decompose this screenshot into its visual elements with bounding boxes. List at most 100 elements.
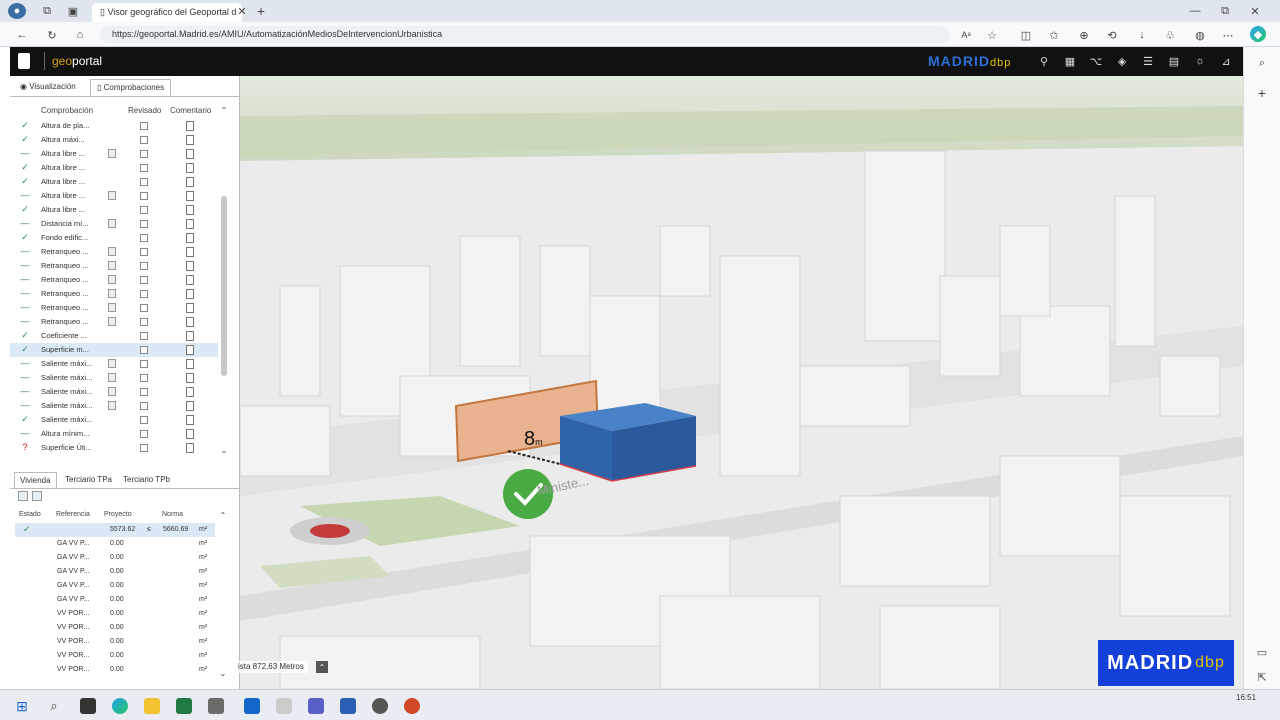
- check-row[interactable]: — Retranqueo ...: [10, 259, 218, 273]
- copilot-icon[interactable]: ◆: [1250, 26, 1266, 42]
- restore-icon[interactable]: ⧉: [1218, 3, 1232, 19]
- home-icon[interactable]: ⌂: [72, 27, 88, 43]
- tab-actions-icon[interactable]: ▣: [66, 4, 80, 18]
- outlook-icon[interactable]: [244, 698, 260, 714]
- col-revisado[interactable]: Revisado: [128, 106, 161, 115]
- comment-icon[interactable]: [186, 443, 194, 453]
- table-scroll-up-icon[interactable]: ⌃: [218, 510, 228, 520]
- revisado-checkbox[interactable]: [140, 136, 148, 144]
- comment-icon[interactable]: [186, 317, 194, 327]
- document-icon[interactable]: [108, 401, 116, 410]
- table-row[interactable]: GA VV P... 0.00 m²: [15, 565, 215, 579]
- comment-icon[interactable]: [186, 275, 194, 285]
- refresh-icon[interactable]: ↻: [44, 27, 60, 43]
- check-row[interactable]: ✓ Altura libre ...: [10, 203, 218, 217]
- document-icon[interactable]: [108, 359, 116, 368]
- revisado-checkbox[interactable]: [140, 444, 148, 452]
- tab-vivienda[interactable]: Vivienda: [14, 472, 57, 488]
- check-row[interactable]: — Saliente máxi...: [10, 371, 218, 385]
- document-icon[interactable]: [108, 191, 116, 200]
- revisado-checkbox[interactable]: [140, 122, 148, 130]
- split-screen-icon[interactable]: ◫: [1018, 27, 1034, 43]
- table-row[interactable]: VV POR... 0.00 m²: [15, 663, 215, 677]
- paint-icon[interactable]: [276, 698, 292, 714]
- col-estado[interactable]: Estado: [19, 511, 41, 518]
- revisado-checkbox[interactable]: [140, 220, 148, 228]
- check-row[interactable]: — Altura mínim...: [10, 427, 218, 441]
- profile-icon[interactable]: ●: [8, 3, 26, 19]
- table-row[interactable]: GA VV P... 0.00 m²: [15, 537, 215, 551]
- collections-icon[interactable]: ⊕: [1076, 27, 1092, 43]
- scroll-down-icon[interactable]: ⌄: [219, 445, 229, 455]
- location-pin-icon[interactable]: ⚲: [1036, 53, 1052, 69]
- comment-icon[interactable]: [186, 401, 194, 411]
- check-row[interactable]: — Saliente máxi...: [10, 385, 218, 399]
- revisado-checkbox[interactable]: [140, 150, 148, 158]
- check-row[interactable]: — Altura libre ...: [10, 147, 218, 161]
- table-row[interactable]: VV POR... 0.00 m²: [15, 649, 215, 663]
- document-icon[interactable]: [108, 289, 116, 298]
- tab-terciario-tpb[interactable]: Terciario TPb: [118, 472, 175, 487]
- revisado-checkbox[interactable]: [140, 164, 148, 172]
- sun-icon[interactable]: ☼: [1192, 53, 1208, 69]
- col-comentario[interactable]: Comentario: [170, 106, 211, 115]
- scale-toggle-icon[interactable]: ⌃: [316, 661, 328, 673]
- comment-icon[interactable]: [186, 163, 194, 173]
- check-row[interactable]: — Altura libre ...: [10, 189, 218, 203]
- table-scroll-down-icon[interactable]: ⌄: [218, 668, 228, 678]
- check-row[interactable]: ? Superficie Úti...: [10, 441, 218, 455]
- revisado-checkbox[interactable]: [140, 388, 148, 396]
- close-tab-icon[interactable]: ✕: [236, 4, 248, 18]
- sidebar-search-icon[interactable]: ⌕: [1254, 55, 1270, 71]
- comment-icon[interactable]: [186, 149, 194, 159]
- map-3d-view[interactable]: 8m Ministe...: [240, 76, 1243, 689]
- revisado-checkbox[interactable]: [140, 304, 148, 312]
- layers-icon[interactable]: ◈: [1114, 53, 1130, 69]
- check-row[interactable]: — Distancia mí...: [10, 217, 218, 231]
- grid-icon[interactable]: ▤: [1166, 53, 1182, 69]
- tree-icon[interactable]: ⌥: [1088, 53, 1104, 69]
- back-icon[interactable]: ←: [14, 27, 30, 43]
- revisado-checkbox[interactable]: [140, 360, 148, 368]
- browser-tab-active[interactable]: ▯ Visor geográfico del Geoportal d: [92, 3, 242, 22]
- comment-icon[interactable]: [186, 247, 194, 257]
- col-referencia[interactable]: Referencia: [56, 511, 90, 518]
- check-row[interactable]: ✓ Fondo edific...: [10, 231, 218, 245]
- close-window-icon[interactable]: ✕: [1248, 3, 1262, 19]
- tab-terciario-tpa[interactable]: Terciario TPa: [60, 472, 117, 487]
- document-icon[interactable]: [108, 219, 116, 228]
- favorite-star-icon[interactable]: ☆: [984, 27, 1000, 43]
- document-icon[interactable]: [108, 261, 116, 270]
- workspaces-icon[interactable]: ⧉: [40, 4, 54, 18]
- check-row[interactable]: — Saliente máxi...: [10, 357, 218, 371]
- tab-visualizacion[interactable]: ◉ Visualización: [14, 79, 82, 96]
- read-aloud-icon[interactable]: Aᵃ: [958, 27, 974, 43]
- check-row[interactable]: ✓ Altura máxi...: [10, 133, 218, 147]
- comment-icon[interactable]: [186, 261, 194, 271]
- revisado-checkbox[interactable]: [140, 402, 148, 410]
- favorites-icon[interactable]: ✩: [1046, 27, 1062, 43]
- building-icon[interactable]: ▦: [1062, 53, 1078, 69]
- col-comprobacion[interactable]: Comprobación: [41, 106, 93, 115]
- comment-icon[interactable]: [186, 219, 194, 229]
- check-row[interactable]: — Retranqueo ...: [10, 287, 218, 301]
- minimize-icon[interactable]: —: [1188, 3, 1202, 19]
- comment-icon[interactable]: [186, 233, 194, 243]
- document-icon[interactable]: [108, 373, 116, 382]
- history-icon[interactable]: ⟲: [1104, 27, 1120, 43]
- calculator-icon[interactable]: [208, 698, 224, 714]
- file-explorer-icon[interactable]: [144, 698, 160, 714]
- comment-icon[interactable]: [186, 289, 194, 299]
- document-icon[interactable]: [108, 303, 116, 312]
- comment-icon[interactable]: [186, 303, 194, 313]
- checks-scrollbar[interactable]: [221, 196, 227, 376]
- export-icon[interactable]: [18, 491, 28, 501]
- check-row[interactable]: ✓ Altura libre ...: [10, 175, 218, 189]
- table-row[interactable]: VV POR... 0.00 m²: [15, 607, 215, 621]
- url-field[interactable]: https://geoportal.Madrid.es/AMIU/Automat…: [100, 26, 950, 43]
- table-row[interactable]: GA VV P... 0.00 m²: [15, 551, 215, 565]
- revisado-checkbox[interactable]: [140, 262, 148, 270]
- revisado-checkbox[interactable]: [140, 276, 148, 284]
- table-row[interactable]: ✓ 5573.62 ≤5660.69 m²: [15, 523, 215, 537]
- word-icon[interactable]: [340, 698, 356, 714]
